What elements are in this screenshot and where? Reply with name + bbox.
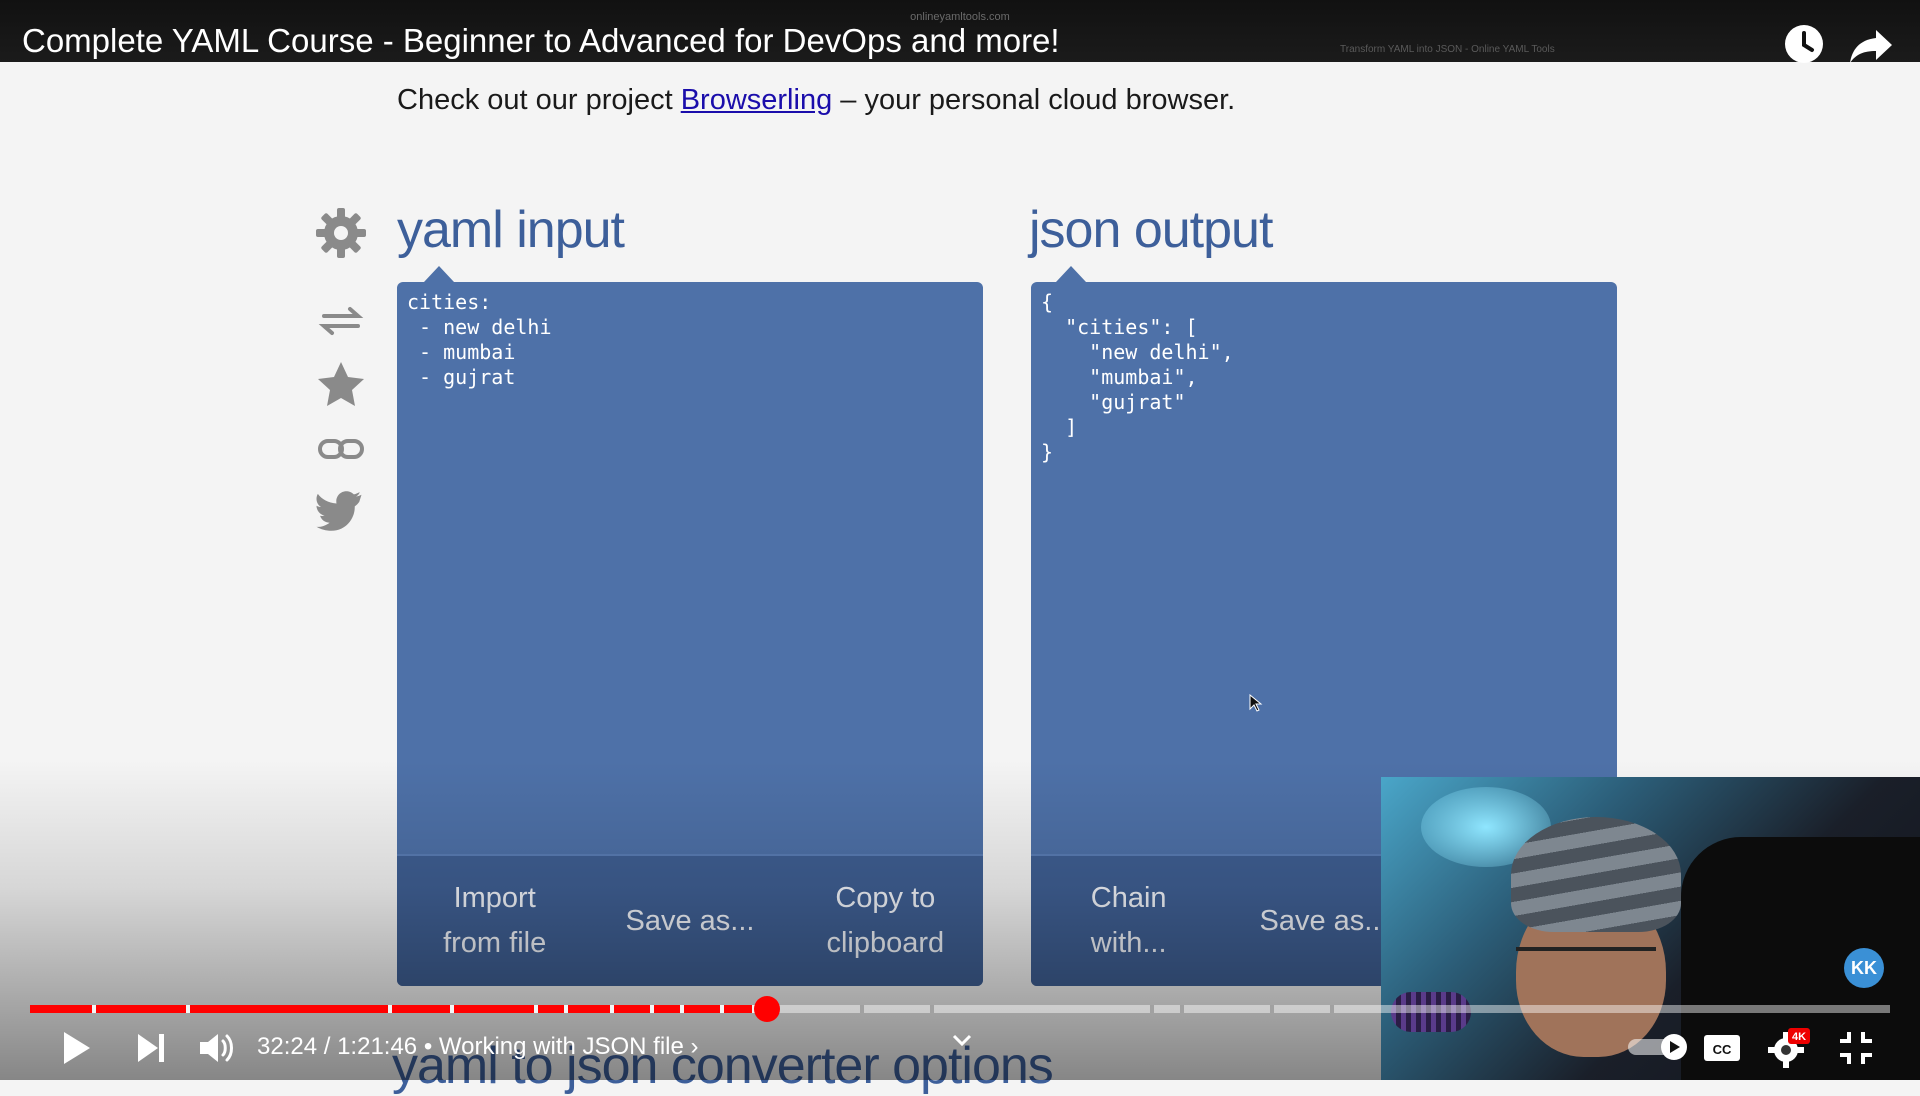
captions-button[interactable]: CC: [1698, 1024, 1746, 1072]
quality-badge: 4K: [1792, 1031, 1806, 1043]
chain-with-label: Chain with...: [1090, 882, 1167, 959]
mouse-cursor-icon: [1249, 693, 1263, 712]
swap-icon[interactable]: [312, 292, 370, 350]
current-time: 32:24: [257, 1033, 318, 1060]
chapter-marker: [860, 1005, 864, 1013]
panel-notch: [1056, 266, 1086, 282]
chapter-marker: [1180, 1005, 1184, 1013]
play-button[interactable]: [50, 1024, 98, 1072]
promo-suffix: – your personal cloud browser.: [832, 84, 1236, 116]
autoplay-toggle[interactable]: [1626, 1033, 1698, 1061]
svg-text:CC: CC: [1713, 1042, 1732, 1057]
star-icon[interactable]: [312, 356, 370, 414]
chapter-marker: [1150, 1005, 1154, 1013]
chapter-marker: [92, 1005, 96, 1013]
save-as-button[interactable]: Save as...: [592, 899, 787, 944]
volume-icon[interactable]: [192, 1024, 240, 1072]
promo-prefix: Check out our project: [397, 84, 681, 116]
chapter-marker: [186, 1005, 190, 1013]
share-icon[interactable]: [1848, 22, 1896, 70]
yaml-input-title: yaml input: [397, 201, 625, 259]
duration: 1:21:46: [337, 1033, 418, 1060]
import-from-file-label: Import from file: [443, 882, 547, 959]
video-title[interactable]: Complete YAML Course - Beginner to Advan…: [22, 22, 1060, 60]
gear-icon[interactable]: [312, 204, 370, 262]
import-from-file-button[interactable]: Import from file: [397, 876, 592, 966]
presenter-beanie: [1511, 817, 1681, 932]
json-output-editor[interactable]: { "cities": [ "new delhi", "mumbai", "gu…: [1041, 290, 1234, 465]
json-output-title: json output: [1029, 201, 1273, 259]
chapter-marker: [564, 1005, 568, 1013]
yaml-input-footer: Import from file Save as... Copy to clip…: [397, 854, 983, 986]
video-title-bar: onlineyamltools.com Transform YAML into …: [0, 0, 1920, 62]
chapter-title[interactable]: Working with JSON file: [439, 1033, 684, 1060]
browser-tab-title: Transform YAML into JSON - Online YAML T…: [1340, 44, 1555, 55]
save-as-label: Save as...: [1259, 904, 1389, 937]
channel-badge[interactable]: KK: [1844, 948, 1884, 988]
chapter-marker: [610, 1005, 614, 1013]
yaml-input-editor[interactable]: cities: - new delhi - mumbai - gujrat: [407, 290, 552, 390]
chevron-down-icon[interactable]: [950, 1030, 974, 1050]
exit-fullscreen-icon[interactable]: [1832, 1024, 1880, 1072]
chapter-marker: [680, 1005, 684, 1013]
progress-bar[interactable]: [30, 996, 1890, 1022]
chapter-marker: [930, 1005, 934, 1013]
yaml-input-panel[interactable]: cities: - new delhi - mumbai - gujrat Im…: [397, 282, 983, 986]
chain-with-button[interactable]: Chain with...: [1031, 876, 1226, 966]
chapter-marker: [1330, 1005, 1334, 1013]
chapter-marker: [1270, 1005, 1274, 1013]
copy-to-clipboard-button[interactable]: Copy to clipboard: [788, 876, 983, 966]
progress-scrubber[interactable]: [754, 996, 781, 1022]
chapter-marker: [534, 1005, 538, 1013]
presenter-glasses: [1516, 947, 1656, 991]
next-button[interactable]: [126, 1024, 174, 1072]
twitter-icon[interactable]: [312, 484, 370, 542]
time-display: 32:24 / 1:21:46 • Working with JSON file…: [257, 1033, 699, 1060]
browserling-link[interactable]: Browserling: [681, 84, 833, 116]
link-icon[interactable]: [312, 420, 370, 478]
panel-notch: [424, 266, 454, 282]
chapter-marker: [650, 1005, 654, 1013]
progress-played: [30, 1005, 768, 1013]
watch-later-icon[interactable]: [1780, 20, 1828, 68]
save-as-label: Save as...: [625, 904, 755, 937]
settings-gear-icon[interactable]: 4K: [1764, 1024, 1812, 1072]
copy-to-clipboard-label: Copy to clipboard: [826, 882, 945, 959]
promo-text: Check out our project Browserling – your…: [397, 84, 1235, 117]
chapter-marker: [720, 1005, 724, 1013]
chapter-marker: [388, 1005, 392, 1013]
chapter-marker: [450, 1005, 454, 1013]
